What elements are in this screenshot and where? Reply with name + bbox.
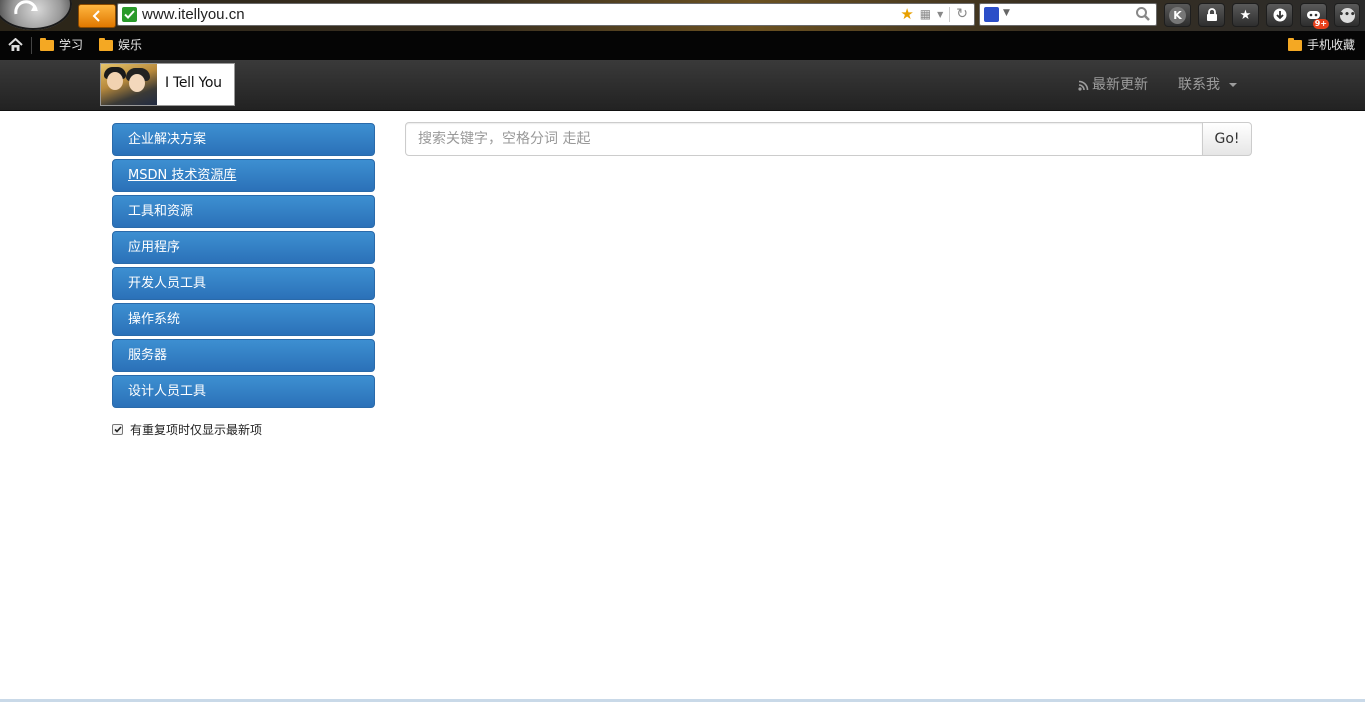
- caret-down-icon: [1229, 83, 1237, 87]
- latest-only-checkbox-row[interactable]: 有重复项时仅显示最新项: [112, 421, 262, 438]
- k-extension-button[interactable]: K: [1164, 3, 1191, 27]
- favorite-star-icon[interactable]: ★: [900, 7, 913, 22]
- chevron-down-icon[interactable]: ▼: [1003, 8, 1010, 18]
- more-icon: •••: [1338, 7, 1356, 23]
- bookmarks-bar: 学习 娱乐 手机收藏: [0, 31, 1365, 60]
- browser-logo-icon: [14, 0, 38, 15]
- favorites-button[interactable]: ★: [1232, 3, 1259, 27]
- latest-updates-link[interactable]: 最新更新: [1078, 75, 1148, 95]
- sidebar-item-label: 应用程序: [128, 240, 181, 255]
- site-logo[interactable]: I Tell You: [100, 63, 235, 106]
- address-bar[interactable]: www.itellyou.cn ★ ▦ ▼ ↻: [117, 3, 975, 26]
- refresh-icon[interactable]: ↻: [956, 7, 968, 22]
- checkmark-icon: [113, 426, 122, 433]
- folder-icon: [40, 38, 54, 51]
- mobile-favorites-label: 手机收藏: [1307, 38, 1356, 52]
- sidebar-item-servers[interactable]: 服务器: [112, 339, 375, 372]
- divider: [949, 7, 951, 22]
- sidebar-item-label: 服务器: [128, 348, 168, 363]
- more-button[interactable]: •••: [1334, 3, 1360, 27]
- category-sidebar: 企业解决方案 MSDN 技术资源库 工具和资源 应用程序 开发人员工具 操作系统…: [112, 123, 375, 411]
- back-button[interactable]: [78, 4, 116, 28]
- lock-icon: [1206, 8, 1217, 21]
- sidebar-item-operating-systems[interactable]: 操作系统: [112, 303, 375, 336]
- folder-icon: [99, 38, 113, 51]
- search-engine-icon[interactable]: [984, 7, 999, 22]
- chevron-left-icon: [92, 10, 100, 22]
- sidebar-item-label: 操作系统: [128, 312, 181, 327]
- latest-updates-label: 最新更新: [1092, 77, 1148, 93]
- qr-code-icon[interactable]: ▦: [920, 7, 931, 22]
- bookmark-folder-entertainment[interactable]: 娱乐: [99, 37, 142, 54]
- sidebar-item-enterprise-solutions[interactable]: 企业解决方案: [112, 123, 375, 156]
- sidebar-item-label: MSDN 技术资源库: [128, 168, 237, 183]
- latest-only-checkbox[interactable]: [112, 424, 123, 435]
- chevron-down-icon[interactable]: ▼: [937, 7, 943, 22]
- divider: [31, 37, 32, 54]
- logo-text: I Tell You: [165, 75, 222, 91]
- home-icon[interactable]: [8, 38, 23, 52]
- search-group: Go!: [405, 122, 1252, 156]
- download-button[interactable]: [1266, 3, 1293, 27]
- contact-label: 联系我: [1178, 77, 1220, 93]
- browser-search-box[interactable]: ▼: [979, 3, 1157, 26]
- star-icon: ★: [1239, 7, 1252, 23]
- sidebar-item-tools-resources[interactable]: 工具和资源: [112, 195, 375, 228]
- game-button[interactable]: 9+: [1300, 3, 1329, 29]
- go-button[interactable]: Go!: [1202, 122, 1252, 156]
- sidebar-item-label: 企业解决方案: [128, 132, 207, 147]
- k-icon: K: [1169, 6, 1186, 24]
- notification-badge: 9+: [1312, 19, 1329, 29]
- download-icon: [1273, 8, 1286, 22]
- lock-button[interactable]: [1198, 3, 1225, 27]
- rss-icon: [1078, 80, 1089, 91]
- bookmark-label: 娱乐: [118, 38, 143, 52]
- search-input[interactable]: [405, 122, 1203, 156]
- secure-check-icon: [122, 7, 137, 22]
- sidebar-item-label: 开发人员工具: [128, 276, 207, 291]
- sidebar-item-msdn-library[interactable]: MSDN 技术资源库: [112, 159, 375, 192]
- mobile-favorites[interactable]: 手机收藏: [1288, 37, 1355, 54]
- sidebar-item-label: 设计人员工具: [128, 384, 207, 399]
- folder-icon: [1288, 38, 1302, 51]
- sidebar-item-designer-tools[interactable]: 设计人员工具: [112, 375, 375, 408]
- search-icon[interactable]: [1135, 6, 1151, 22]
- browser-menu-orb[interactable]: [0, 0, 72, 30]
- sidebar-item-label: 工具和资源: [128, 204, 194, 219]
- sidebar-item-developer-tools[interactable]: 开发人员工具: [112, 267, 375, 300]
- site-navbar: I Tell You 最新更新 联系我: [0, 60, 1365, 111]
- latest-only-label: 有重复项时仅显示最新项: [130, 423, 263, 437]
- logo-image: [101, 64, 157, 105]
- bookmark-label: 学习: [59, 38, 84, 52]
- sidebar-item-applications[interactable]: 应用程序: [112, 231, 375, 264]
- url-text[interactable]: www.itellyou.cn: [142, 6, 245, 23]
- contact-dropdown[interactable]: 联系我: [1178, 75, 1237, 95]
- bookmark-folder-study[interactable]: 学习: [40, 37, 83, 54]
- browser-toolbar: www.itellyou.cn ★ ▦ ▼ ↻ ▼ K ★ 9+ •••: [0, 0, 1365, 31]
